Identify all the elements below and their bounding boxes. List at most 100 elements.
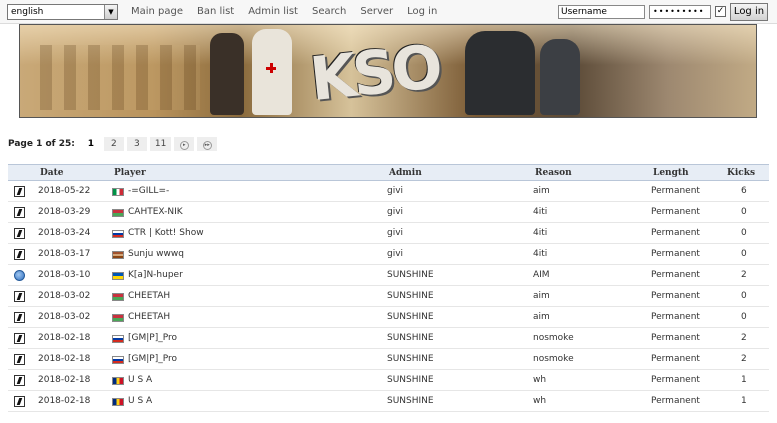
cell-date: 2018-03-29: [38, 207, 91, 217]
cell-player[interactable]: U S A: [128, 370, 152, 391]
column-header-length[interactable]: Length: [653, 165, 689, 181]
page-link-2[interactable]: 2: [103, 137, 124, 151]
cell-admin: SUNSHINE: [387, 312, 434, 322]
nav-main-page[interactable]: Main page: [131, 6, 183, 17]
cell-player[interactable]: Sunju wwwq: [128, 244, 184, 265]
cell-length: Permanent: [651, 312, 700, 322]
next-page-button[interactable]: ▸: [174, 137, 195, 151]
cell-admin: SUNSHINE: [387, 333, 434, 343]
cell-kicks: 6: [741, 186, 747, 196]
banner-wall: [40, 45, 200, 110]
banner-character-soldier: [210, 33, 244, 115]
nav-server[interactable]: Server: [360, 6, 393, 17]
counter-strike-icon: [14, 333, 25, 344]
table-row[interactable]: 2018-03-29 CAHTEX-NIK givi 4iti Permanent 0: [8, 202, 769, 223]
language-select-value: english: [11, 7, 44, 17]
table-row[interactable]: 2018-03-02 CHEETAH SUNSHINE aim Permanent 0: [8, 307, 769, 328]
cell-admin: SUNSHINE: [387, 291, 434, 301]
cell-kicks: 2: [741, 354, 747, 364]
cell-kicks: 0: [741, 249, 747, 259]
page-link-11[interactable]: 11: [149, 137, 172, 151]
cell-reason: aim: [533, 291, 550, 301]
table-row[interactable]: 2018-03-10 K[a]N-huper SUNSHINE AIM Permanen…: [8, 265, 769, 286]
cell-player[interactable]: CHEETAH: [128, 286, 170, 307]
cell-admin: givi: [387, 207, 404, 217]
cell-admin: SUNSHINE: [387, 270, 434, 280]
cell-admin: SUNSHINE: [387, 396, 434, 406]
column-header-date[interactable]: Date: [40, 165, 64, 181]
banner-character-medic: [252, 29, 292, 115]
page-link-3[interactable]: 3: [126, 137, 147, 151]
counter-strike-icon: [14, 228, 25, 239]
banner-character-swat-2: [540, 39, 580, 115]
counter-strike-icon: [14, 375, 25, 386]
table-row[interactable]: 2018-02-18 U S A SUNSHINE wh Permanent 1: [8, 391, 769, 412]
cell-player[interactable]: -=GILL=-: [128, 181, 169, 202]
country-flag-icon: [112, 314, 124, 322]
page-link-1[interactable]: 1: [80, 137, 101, 151]
login-button[interactable]: Log in: [730, 3, 768, 21]
language-select[interactable]: english ▼: [7, 4, 118, 20]
cell-player[interactable]: [GM|P]_Pro: [128, 349, 177, 370]
table-row[interactable]: 2018-03-17 Sunju wwwq givi 4iti Permanent 0: [8, 244, 769, 265]
cell-date: 2018-02-18: [38, 396, 91, 406]
last-page-button[interactable]: ▸▸: [197, 137, 218, 151]
cell-reason: nosmoke: [533, 354, 574, 364]
column-header-kicks[interactable]: Kicks: [727, 165, 755, 181]
column-header-player[interactable]: Player: [114, 165, 146, 181]
cell-kicks: 0: [741, 228, 747, 238]
password-input[interactable]: •••••••••: [649, 5, 711, 19]
cell-player[interactable]: [GM|P]_Pro: [128, 328, 177, 349]
ban-list-table: Date Player Admin Reason Length Kicks 20…: [8, 164, 769, 412]
country-flag-icon: [112, 398, 124, 406]
nav-log-in[interactable]: Log in: [407, 6, 437, 17]
country-flag-icon: [112, 377, 124, 385]
table-row[interactable]: 2018-02-18 [GM|P]_Pro SUNSHINE nosmoke Perma…: [8, 349, 769, 370]
country-flag-icon: [112, 356, 124, 364]
country-flag-icon: [112, 251, 124, 259]
table-row[interactable]: 2018-02-18 [GM|P]_Pro SUNSHINE nosmoke Perma…: [8, 328, 769, 349]
cell-admin: SUNSHINE: [387, 375, 434, 385]
counter-strike-icon: [14, 312, 25, 323]
cell-length: Permanent: [651, 228, 700, 238]
next-page-icon: ▸: [179, 141, 189, 150]
cell-length: Permanent: [651, 291, 700, 301]
medic-cross-icon: [266, 63, 276, 73]
cell-date: 2018-03-10: [38, 270, 91, 280]
banner-character-swat: [465, 31, 535, 115]
column-header-reason[interactable]: Reason: [535, 165, 572, 181]
counter-strike-icon: [14, 249, 25, 260]
cell-length: Permanent: [651, 249, 700, 259]
banner-logo: KSO: [306, 32, 443, 116]
chevron-down-icon[interactable]: ▼: [104, 5, 117, 19]
counter-strike-icon: [14, 291, 25, 302]
table-row[interactable]: 2018-03-24 CTR | Kott! Show givi 4iti Perman…: [8, 223, 769, 244]
cell-reason: AIM: [533, 270, 550, 280]
table-row[interactable]: 2018-03-02 CHEETAH SUNSHINE aim Permanent 0: [8, 286, 769, 307]
column-header-admin[interactable]: Admin: [389, 165, 422, 181]
remember-checkbox[interactable]: ✓: [715, 6, 726, 17]
nav-search[interactable]: Search: [312, 6, 346, 17]
cell-admin: givi: [387, 249, 404, 259]
cell-player[interactable]: K[a]N-huper: [128, 265, 183, 286]
cell-admin: SUNSHINE: [387, 354, 434, 364]
country-flag-icon: [112, 209, 124, 217]
cell-length: Permanent: [651, 333, 700, 343]
cell-kicks: 0: [741, 312, 747, 322]
cell-length: Permanent: [651, 270, 700, 280]
table-row[interactable]: 2018-05-22 -=GILL=- givi aim Permanent 6: [8, 181, 769, 202]
table-header: Date Player Admin Reason Length Kicks: [8, 164, 769, 181]
cell-player[interactable]: CHEETAH: [128, 307, 170, 328]
table-row[interactable]: 2018-02-18 U S A SUNSHINE wh Permanent 1: [8, 370, 769, 391]
cell-player[interactable]: CAHTEX-NIK: [128, 202, 183, 223]
nav-ban-list[interactable]: Ban list: [197, 6, 234, 17]
cell-length: Permanent: [651, 186, 700, 196]
country-flag-icon: [112, 293, 124, 301]
cell-player[interactable]: U S A: [128, 391, 152, 412]
cell-reason: 4iti: [533, 249, 548, 259]
cell-admin: givi: [387, 186, 404, 196]
username-input[interactable]: Username: [558, 5, 645, 19]
nav-admin-list[interactable]: Admin list: [248, 6, 298, 17]
cell-player[interactable]: CTR | Kott! Show: [128, 223, 204, 244]
cell-admin: givi: [387, 228, 404, 238]
